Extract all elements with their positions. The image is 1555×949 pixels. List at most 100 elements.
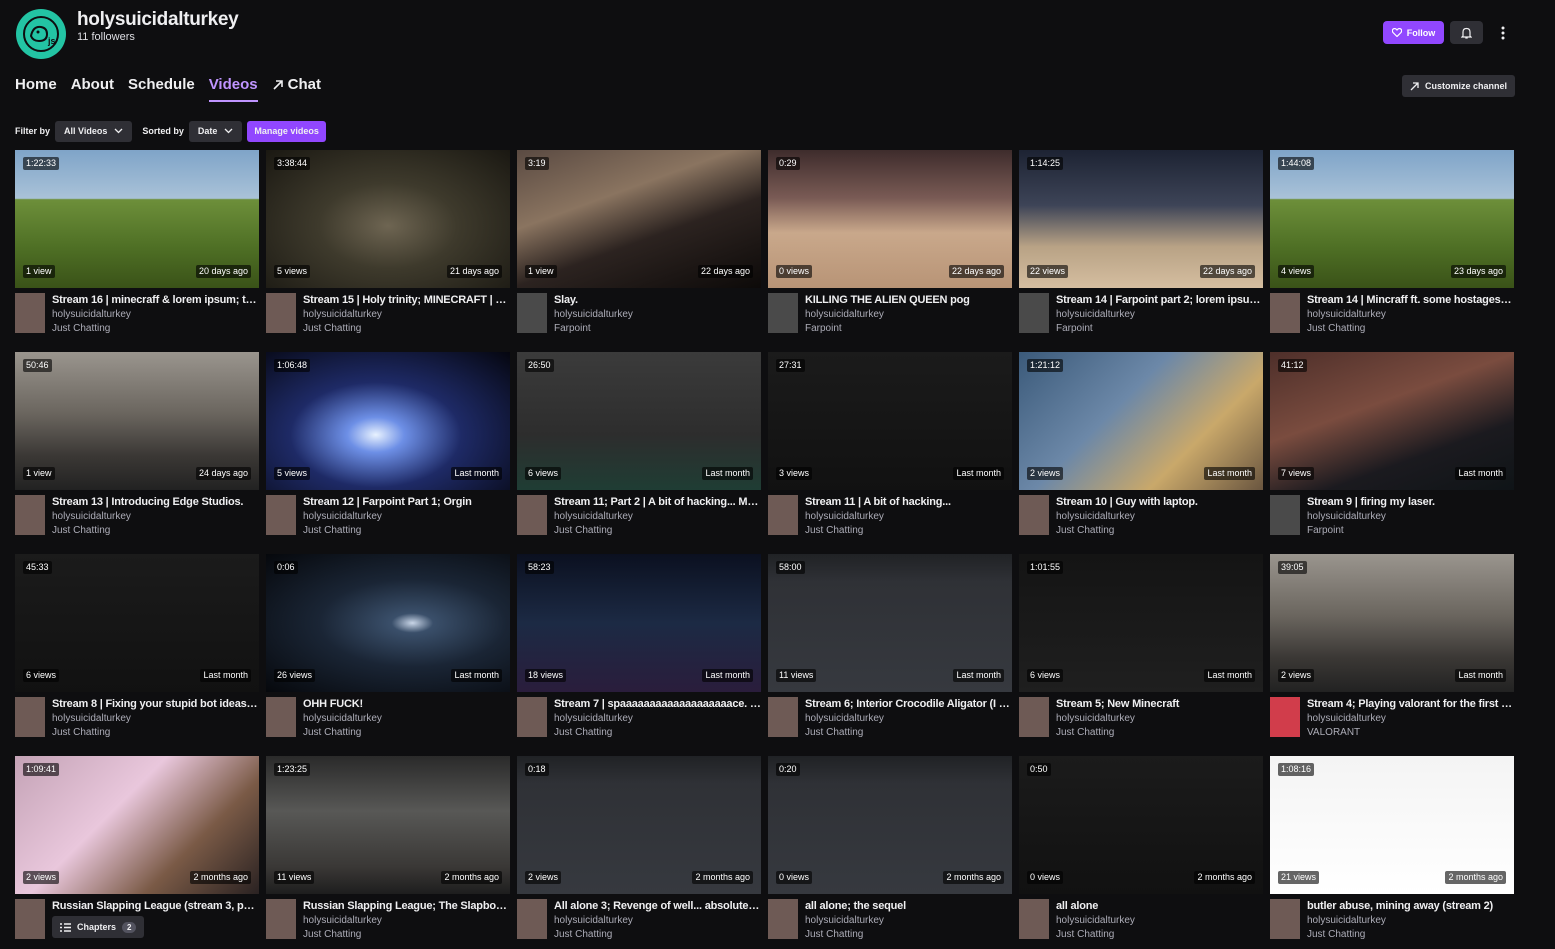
video-thumbnail[interactable]: 1:44:08 4 views 23 days ago — [1270, 150, 1514, 288]
category-box-art[interactable] — [15, 697, 45, 737]
video-thumbnail[interactable]: 45:33 6 views Last month — [15, 554, 259, 692]
video-category[interactable]: Farpoint — [805, 323, 842, 334]
category-box-art[interactable] — [768, 495, 798, 535]
video-thumbnail[interactable]: 1:06:48 5 views Last month — [266, 352, 510, 490]
video-category[interactable]: Just Chatting — [303, 525, 361, 536]
video-streamer[interactable]: holysuicidalturkey — [554, 713, 633, 724]
category-box-art[interactable] — [517, 899, 547, 939]
video-streamer[interactable]: holysuicidalturkey — [1307, 915, 1386, 926]
channel-avatar[interactable]: js — [16, 9, 66, 59]
filter-dropdown[interactable]: All Videos — [55, 120, 133, 142]
video-thumbnail[interactable]: 0:06 26 views Last month — [266, 554, 510, 692]
video-title[interactable]: Stream 9 | firing my laser. — [1307, 496, 1514, 508]
category-box-art[interactable] — [1270, 899, 1300, 939]
video-streamer[interactable]: holysuicidalturkey — [1056, 309, 1135, 320]
video-streamer[interactable]: holysuicidalturkey — [1056, 511, 1135, 522]
video-streamer[interactable]: holysuicidalturkey — [52, 713, 131, 724]
video-card[interactable]: 1:06:48 5 views Last month Stream 12 | Farp… — [266, 352, 510, 544]
video-category[interactable]: Just Chatting — [805, 929, 863, 940]
category-box-art[interactable] — [15, 293, 45, 333]
video-category[interactable]: Just Chatting — [805, 525, 863, 536]
video-streamer[interactable]: holysuicidalturkey — [1307, 713, 1386, 724]
video-thumbnail[interactable]: 0:18 2 views 2 months ago — [517, 756, 761, 894]
video-thumbnail[interactable]: 1:14:25 22 views 22 days ago — [1019, 150, 1263, 288]
category-box-art[interactable] — [517, 495, 547, 535]
video-category[interactable]: Just Chatting — [303, 323, 361, 334]
video-streamer[interactable]: holysuicidalturkey — [554, 915, 633, 926]
video-title[interactable]: Stream 11 | A bit of hacking... — [805, 496, 1012, 508]
category-box-art[interactable] — [266, 293, 296, 333]
more-options-button[interactable] — [1492, 21, 1514, 44]
category-box-art[interactable] — [266, 899, 296, 939]
video-streamer[interactable]: holysuicidalturkey — [303, 309, 382, 320]
video-streamer[interactable]: holysuicidalturkey — [805, 915, 884, 926]
category-box-art[interactable] — [15, 899, 45, 939]
video-card[interactable]: 3:38:44 5 views 21 days ago Stream 15 | Hol… — [266, 150, 510, 342]
video-card[interactable]: 45:33 6 views Last month Stream 8 | Fixing … — [15, 554, 259, 746]
video-thumbnail[interactable]: 1:23:25 11 views 2 months ago — [266, 756, 510, 894]
video-thumbnail[interactable]: 3:38:44 5 views 21 days ago — [266, 150, 510, 288]
video-title[interactable]: Stream 13 | Introducing Edge Studios. — [52, 496, 259, 508]
video-category[interactable]: Farpoint — [554, 323, 591, 334]
video-category[interactable]: Just Chatting — [1056, 929, 1114, 940]
tab-schedule[interactable]: Schedule — [128, 76, 195, 102]
category-box-art[interactable] — [768, 697, 798, 737]
video-streamer[interactable]: holysuicidalturkey — [1056, 713, 1135, 724]
video-card[interactable]: 1:44:08 4 views 23 days ago Stream 14 | Min… — [1270, 150, 1514, 342]
video-title[interactable]: KILLING THE ALIEN QUEEN pog — [805, 294, 1012, 306]
video-card[interactable]: 1:22:33 1 view 20 days ago Stream 16 | mine… — [15, 150, 259, 342]
video-streamer[interactable]: holysuicidalturkey — [303, 511, 382, 522]
video-category[interactable]: Just Chatting — [554, 727, 612, 738]
video-category[interactable]: Just Chatting — [1307, 323, 1365, 334]
video-thumbnail[interactable]: 58:23 18 views Last month — [517, 554, 761, 692]
video-card[interactable]: 0:20 0 views 2 months ago all alone; the se… — [768, 756, 1012, 948]
video-card[interactable]: 1:01:55 6 views Last month Stream 5; New Mi… — [1019, 554, 1263, 746]
video-card[interactable]: 0:29 0 views 22 days ago KILLING THE ALIEN … — [768, 150, 1012, 342]
video-thumbnail[interactable]: 0:20 0 views 2 months ago — [768, 756, 1012, 894]
video-title[interactable]: Stream 10 | Guy with laptop. — [1056, 496, 1263, 508]
video-category[interactable]: Just Chatting — [554, 525, 612, 536]
video-title[interactable]: Russian Slapping League; The Slapbot. (.… — [303, 900, 510, 912]
video-title[interactable]: Stream 4; Playing valorant for the first… — [1307, 698, 1514, 710]
video-title[interactable]: all alone — [1056, 900, 1263, 912]
video-streamer[interactable]: holysuicidalturkey — [805, 309, 884, 320]
video-title[interactable]: Stream 14 | Mincraff ft. some hostages f… — [1307, 294, 1514, 306]
video-category[interactable]: Farpoint — [1307, 525, 1344, 536]
video-category[interactable]: Just Chatting — [52, 525, 110, 536]
video-title[interactable]: OHH FUCK! — [303, 698, 510, 710]
video-category[interactable]: Just Chatting — [554, 929, 612, 940]
video-title[interactable]: butler abuse, mining away (stream 2) — [1307, 900, 1514, 912]
video-card[interactable]: 1:21:12 2 views Last month Stream 10 | Guy … — [1019, 352, 1263, 544]
customize-channel-button[interactable]: Customize channel — [1402, 75, 1515, 97]
video-streamer[interactable]: holysuicidalturkey — [1056, 915, 1135, 926]
tab-chat[interactable]: Chat — [272, 76, 321, 102]
category-box-art[interactable] — [517, 293, 547, 333]
video-streamer[interactable]: holysuicidalturkey — [303, 713, 382, 724]
video-title[interactable]: Stream 7 | spaaaaaaaaaaaaaaaaaaace. (F..… — [554, 698, 761, 710]
video-card[interactable]: 39:05 2 views Last month Stream 4; Playing … — [1270, 554, 1514, 746]
video-category[interactable]: Just Chatting — [303, 929, 361, 940]
video-category[interactable]: Just Chatting — [1307, 929, 1365, 940]
category-box-art[interactable] — [1270, 697, 1300, 737]
chapters-button[interactable]: Chapters 2 — [52, 916, 145, 938]
notifications-button[interactable] — [1450, 21, 1483, 44]
video-title[interactable]: Stream 6; Interior Crocodile Aligator (I… — [805, 698, 1012, 710]
channel-name[interactable]: holysuicidalturkey — [77, 9, 239, 31]
category-box-art[interactable] — [768, 899, 798, 939]
video-thumbnail[interactable]: 1:21:12 2 views Last month — [1019, 352, 1263, 490]
video-card[interactable]: 50:46 1 view 24 days ago Stream 13 | Introd… — [15, 352, 259, 544]
video-streamer[interactable]: holysuicidalturkey — [554, 511, 633, 522]
video-card[interactable]: 41:12 7 views Last month Stream 9 | firing … — [1270, 352, 1514, 544]
manage-videos-button[interactable]: Manage videos — [247, 120, 326, 142]
follow-button[interactable]: Follow — [1383, 21, 1444, 44]
category-box-art[interactable] — [1270, 495, 1300, 535]
video-title[interactable]: Slay. — [554, 294, 761, 306]
video-thumbnail[interactable]: 39:05 2 views Last month — [1270, 554, 1514, 692]
video-title[interactable]: Stream 12 | Farpoint Part 1; Orgin — [303, 496, 510, 508]
video-streamer[interactable]: holysuicidalturkey — [805, 511, 884, 522]
category-box-art[interactable] — [1019, 495, 1049, 535]
video-category[interactable]: Just Chatting — [1056, 727, 1114, 738]
video-card[interactable]: 58:00 11 views Last month Stream 6; Interio… — [768, 554, 1012, 746]
video-streamer[interactable]: holysuicidalturkey — [1307, 309, 1386, 320]
video-title[interactable]: Stream 5; New Minecraft — [1056, 698, 1263, 710]
